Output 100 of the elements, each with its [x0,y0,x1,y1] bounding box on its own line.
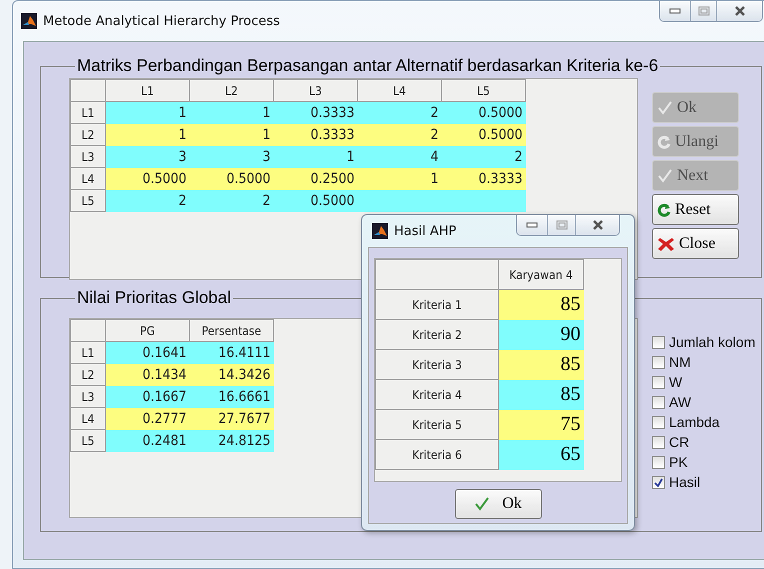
table-cell: 0.5000 [442,124,526,146]
row-header: L3 [70,386,106,408]
row-header: L1 [70,342,106,364]
table-cell: 16.6661 [190,386,274,408]
close-button[interactable] [575,215,619,235]
row-header: L1 [70,102,106,124]
table-cell: 0.2481 [106,430,190,452]
row-header: L3 [70,146,106,168]
table-cell: 0.1667 [106,386,190,408]
column-header: L3 [274,80,358,102]
checkbox[interactable] [652,396,665,408]
window-title: Metode Analytical Hierarchy Process [43,14,280,28]
table-cell: 14.3426 [190,364,274,386]
checkbox-label: Lambda [669,414,720,430]
dialog-title: Hasil AHP [394,224,456,238]
checkbox[interactable] [652,436,665,448]
table-cell: 2 [358,102,442,124]
row-header: L2 [70,124,106,146]
table-cell: 0.5000 [442,102,526,124]
checkbox[interactable] [652,476,665,488]
refresh-icon [657,134,671,148]
checkbox-label: AW [669,394,692,410]
checkbox[interactable] [652,356,665,368]
table-cell: 2 [106,190,190,212]
panel-title: Matriks Perbandingan Berpasangan antar Alternatif berdasarkan Kriteria ke-6 [76,56,660,76]
close-icon [657,236,675,252]
ok-button[interactable]: Ok [454,489,542,519]
row-header: Kriteria 1 [376,290,498,320]
table-cell: 90 [498,320,584,350]
table-cell: 0.1641 [106,342,190,364]
table-cell: 3 [190,146,274,168]
table-cell: 1 [274,146,358,168]
checkbox[interactable] [652,376,665,388]
close-icon [592,219,604,231]
check-icon [657,100,673,116]
panel-title: Nilai Prioritas Global [76,288,232,308]
table-cell: 0.5000 [274,190,358,212]
checkbox[interactable] [652,336,665,348]
table-cell: 4 [358,146,442,168]
row-header: L4 [70,168,106,190]
table-cell: 0.3333 [442,168,526,190]
column-header: Persentase [190,320,274,342]
minimize-icon [526,222,538,228]
table-cell: 0.1434 [106,364,190,386]
close-icon [734,5,746,17]
column-header: L5 [442,80,526,102]
table-cell: 1 [358,168,442,190]
table-cell: 1 [190,124,274,146]
table-cell: 75 [498,410,584,440]
checkbox-label: Hasil [669,474,700,490]
table-cell: 1 [106,102,190,124]
table-cell: 85 [498,350,584,380]
row-header: L5 [70,190,106,212]
checkbox-label: CR [669,434,690,450]
app-logo-icon [372,223,388,239]
table-cell: 65 [498,440,584,470]
row-header: L2 [70,364,106,386]
table-cell: 2 [442,146,526,168]
table-cell: 85 [498,290,584,320]
column-header: L1 [106,80,190,102]
minimize-button[interactable] [660,1,690,21]
column-header: L4 [358,80,442,102]
maximize-icon [698,6,710,16]
check-icon [474,496,490,512]
column-header: Karyawan 4 [498,260,584,290]
refresh-icon [657,202,671,216]
table-cell: 85 [498,380,584,410]
table-cell: 0.3333 [274,124,358,146]
close-button[interactable] [716,1,762,21]
table-cell: 2 [358,124,442,146]
maximize-icon [556,220,568,230]
checkbox-label: W [669,374,682,390]
table-cell: 0.2777 [106,408,190,430]
column-header: L2 [190,80,274,102]
table-cell: 1 [190,102,274,124]
action-button[interactable]: Close [652,228,739,259]
table-cell: 3 [106,146,190,168]
check-icon [657,168,673,184]
minimize-icon [669,8,681,14]
table-cell: 27.7677 [190,408,274,430]
checkbox-label: PK [669,454,688,470]
row-header: L4 [70,408,106,430]
table-cell: 0.2500 [274,168,358,190]
checkbox[interactable] [652,416,665,428]
table-cell: 0.5000 [106,168,190,190]
checkbox[interactable] [652,456,665,468]
checkbox-label: NM [669,354,691,370]
column-header: PG [106,320,190,342]
app-logo-icon [21,13,37,29]
action-button[interactable]: Reset [652,194,739,225]
check-icon [654,478,663,486]
table-cell: 16.4111 [190,342,274,364]
row-header: Kriteria 6 [376,440,498,470]
row-header: Kriteria 5 [376,410,498,440]
row-header: L5 [70,430,106,452]
table-cell: 24.8125 [190,430,274,452]
table-cell: 0.5000 [190,168,274,190]
row-header: Kriteria 2 [376,320,498,350]
checkbox-label: Jumlah kolom [669,334,756,350]
minimize-button[interactable] [517,215,547,235]
